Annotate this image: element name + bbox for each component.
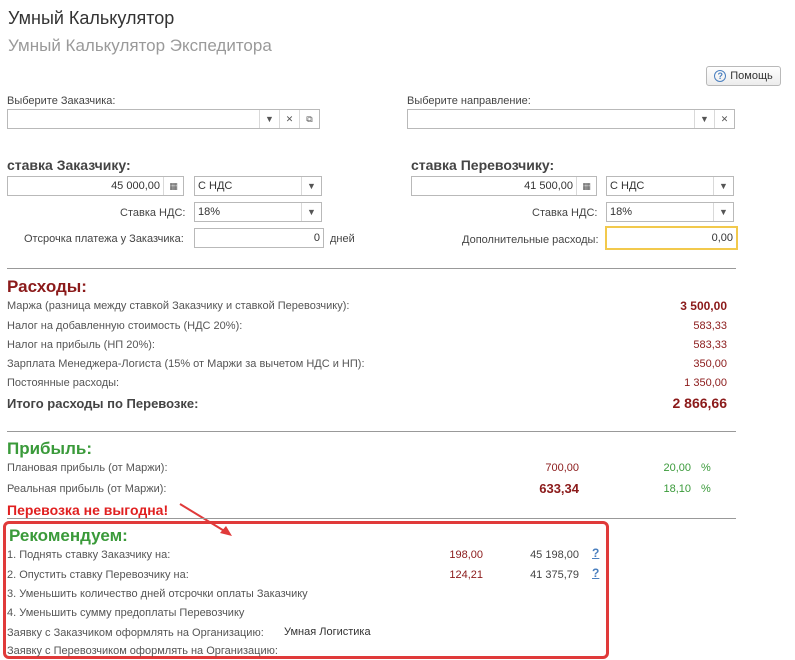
customer-vat-type-value: С НДС	[198, 180, 233, 192]
carrier-extra-value: 0,00	[711, 232, 733, 244]
clear-icon[interactable]: ✕	[714, 110, 734, 128]
recommend-row-delta: 124,21	[449, 569, 483, 581]
warning-text: Перевозка не выгодна!	[7, 502, 169, 518]
help-icon: ?	[714, 70, 727, 82]
expense-row-label: Налог на добавленную стоимость (НДС 20%)…	[7, 320, 243, 332]
chevron-down-icon[interactable]: ▼	[694, 110, 714, 128]
org-customer-value: Умная Логистика	[284, 626, 371, 638]
recommend-tip: 3. Уменьшить количество дней отсрочки оп…	[7, 588, 308, 600]
planned-profit-pct-sign: %	[701, 462, 711, 474]
customer-select-label: Выберите Заказчика:	[7, 95, 116, 107]
carrier-vat-rate-value: 18%	[610, 206, 633, 218]
recommend-row-result: 41 375,79	[530, 569, 579, 581]
expense-row-value: 583,33	[693, 339, 727, 351]
clear-icon[interactable]: ✕	[279, 110, 299, 128]
question-link[interactable]: ?	[592, 546, 599, 560]
expense-row-value: 583,33	[693, 320, 727, 332]
customer-delay-value: 0	[313, 232, 320, 244]
carrier-vat-rate-select[interactable]: 18% ▼	[606, 202, 734, 222]
recommend-row-label: 1. Поднять ставку Заказчику на:	[7, 549, 171, 561]
customer-vat-rate-select[interactable]: 18% ▼	[194, 202, 322, 222]
expense-row-label: Зарплата Менеджера-Логиста (15% от Маржи…	[7, 358, 365, 370]
planned-profit-value: 700,00	[545, 462, 579, 474]
divider	[7, 268, 736, 269]
customer-delay-label: Отсрочка платежа у Заказчика:	[24, 233, 184, 245]
chevron-down-icon[interactable]: ▼	[713, 177, 733, 195]
recommend-row-label: 2. Опустить ставку Перевозчику на:	[7, 569, 189, 581]
chevron-down-icon[interactable]: ▼	[713, 203, 733, 221]
chevron-down-icon[interactable]: ▼	[259, 110, 279, 128]
open-icon[interactable]: ⧉	[299, 110, 319, 128]
customer-delay-input[interactable]: 0	[194, 228, 324, 248]
customer-delay-unit: дней	[330, 233, 355, 245]
expense-row-value: 350,00	[693, 358, 727, 370]
real-profit-pct-sign: %	[701, 483, 711, 495]
recommend-row-delta: 198,00	[449, 549, 483, 561]
carrier-vat-label: Ставка НДС:	[532, 207, 598, 219]
carrier-extra-input[interactable]: 0,00	[605, 226, 738, 250]
carrier-vat-type-select[interactable]: С НДС ▼	[606, 176, 734, 196]
customer-vat-label: Ставка НДС:	[120, 207, 186, 219]
planned-profit-label: Плановая прибыль (от Маржи):	[7, 462, 168, 474]
expense-row-value: 3 500,00	[680, 299, 727, 313]
direction-select-label: Выберите направление:	[407, 95, 531, 107]
customer-vat-rate-value: 18%	[198, 206, 221, 218]
help-button[interactable]: ? Помощь	[706, 66, 781, 86]
real-profit-label: Реальная прибыль (от Маржи):	[7, 483, 167, 495]
page-title: Умный Калькулятор	[8, 8, 175, 28]
carrier-rate-heading: ставка Перевозчику:	[411, 157, 555, 173]
expense-row-label: Постоянные расходы:	[7, 377, 120, 389]
carrier-extra-label: Дополнительные расходы:	[462, 234, 599, 246]
recommend-tip: 4. Уменьшить сумму предоплаты Перевозчик…	[7, 607, 245, 619]
carrier-vat-type-value: С НДС	[610, 180, 645, 192]
recommendations-heading: Рекомендуем:	[9, 526, 128, 545]
expense-row-value: 1 350,00	[684, 377, 727, 389]
direction-select[interactable]: ▼ ✕	[407, 109, 735, 129]
expenses-total-value: 2 866,66	[672, 395, 728, 411]
divider	[7, 431, 736, 432]
real-profit-value: 633,34	[539, 481, 579, 496]
org-customer-label: Заявку с Заказчиком оформлять на Организ…	[7, 627, 264, 639]
recommend-row-result: 45 198,00	[530, 549, 579, 561]
chevron-down-icon[interactable]: ▼	[301, 177, 321, 195]
real-profit-pct: 18,10	[663, 483, 691, 495]
divider	[7, 518, 736, 519]
customer-rate-input[interactable]: 45 000,00 ▦	[7, 176, 184, 196]
page-subtitle: Умный Калькулятор Экспедитора	[8, 36, 272, 55]
expenses-total-label: Итого расходы по Перевозке:	[7, 396, 199, 411]
customer-rate-value: 45 000,00	[111, 180, 160, 192]
carrier-rate-input[interactable]: 41 500,00 ▦	[411, 176, 597, 196]
expense-row-label: Налог на прибыль (НП 20%):	[7, 339, 155, 351]
customer-rate-heading: ставка Заказчику:	[7, 157, 131, 173]
chevron-down-icon[interactable]: ▼	[301, 203, 321, 221]
org-carrier-label: Заявку с Перевозчиком оформлять на Орган…	[7, 645, 278, 657]
customer-select[interactable]: ▼ ✕ ⧉	[7, 109, 320, 129]
help-button-label: Помощь	[730, 70, 773, 82]
calculator-icon[interactable]: ▦	[576, 177, 596, 195]
planned-profit-pct: 20,00	[663, 462, 691, 474]
expenses-heading: Расходы:	[7, 277, 87, 296]
customer-vat-type-select[interactable]: С НДС ▼	[194, 176, 322, 196]
profit-heading: Прибыль:	[7, 439, 92, 458]
expense-row-label: Маржа (разница между ставкой Заказчику и…	[7, 300, 350, 312]
calculator-icon[interactable]: ▦	[163, 177, 183, 195]
carrier-rate-value: 41 500,00	[524, 180, 573, 192]
question-link[interactable]: ?	[592, 566, 599, 580]
